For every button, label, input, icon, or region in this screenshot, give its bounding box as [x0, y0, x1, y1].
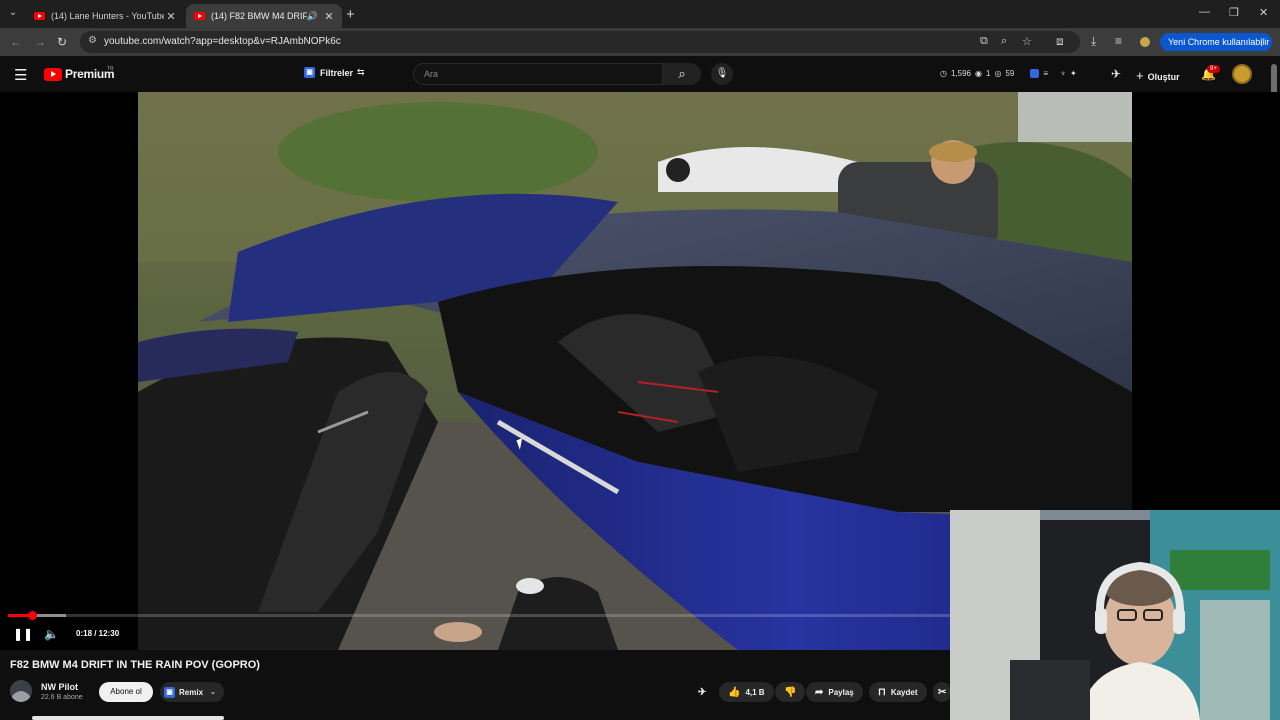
close-window-icon[interactable]: ✕ [1259, 6, 1268, 19]
plus-icon: + [1136, 68, 1144, 83]
recommended-chip-strip [32, 716, 224, 720]
url-text[interactable]: youtube.com/watch?app=desktop&v=RJAmbNOP… [104, 36, 341, 47]
chevron-down-icon: ⌄ [210, 689, 216, 696]
progress-bar[interactable] [8, 611, 1008, 620]
zoom-icon[interactable]: ⌕ [1001, 35, 1007, 48]
scissors-icon: ✂ [938, 686, 947, 698]
count-stat: 59 [1005, 69, 1015, 78]
browser-toolbar: ← → ↻ ⚙ youtube.com/watch?app=desktop&v=… [0, 28, 1280, 56]
microphone-icon: 🎙 [715, 68, 729, 79]
dislike-button[interactable]: 👎 [775, 682, 806, 702]
site-info-icon[interactable]: ⚙ [88, 35, 97, 46]
channel-name[interactable]: NW Pilot [41, 682, 78, 692]
reload-icon[interactable]: ↻ [57, 35, 67, 49]
filter-sliders-icon: ⇆ [357, 67, 365, 77]
extension-badge-icon: ▣ [304, 67, 315, 78]
youtube-favicon-icon [194, 12, 205, 20]
video-title: F82 BMW M4 DRIFT IN THE RAIN POV (GOPRO) [10, 659, 260, 671]
back-icon[interactable]: ← [10, 35, 22, 49]
search-button[interactable]: ⌕ [663, 63, 701, 85]
share-button[interactable]: ➦ Paylaş [806, 682, 863, 702]
forward-icon[interactable]: → [34, 35, 46, 49]
volume-icon[interactable]: 🔈 [44, 627, 59, 641]
extension-badge-icon: ▣ [164, 686, 175, 698]
webcam-scene [950, 510, 1280, 720]
logo-region: TR [107, 66, 114, 72]
bolt-icon: ✈ [698, 686, 707, 698]
remix-button[interactable]: ▣ Remix ⌄ [160, 682, 224, 702]
time-display: 0:18 / 12:30 [76, 629, 120, 638]
share-label: Paylaş [828, 687, 854, 697]
profile-avatar[interactable] [1138, 35, 1152, 49]
save-label: Kaydet [890, 687, 918, 697]
eye-icon: ◉ [975, 69, 982, 78]
share-arrow-icon: ➦ [815, 686, 824, 698]
filters-button[interactable]: ▣ Filtreler ⇆ [304, 67, 365, 78]
like-button[interactable]: 👍 4,1 B [719, 682, 774, 702]
bookmark-icon: ⊓ [878, 686, 886, 698]
youtube-play-logo-icon [44, 67, 62, 81]
install-app-icon[interactable]: ⧉ [980, 35, 988, 48]
extension-badge-icon[interactable] [1030, 69, 1040, 78]
youtube-header: ☰ Premium TR ▣ Filtreler ⇆ Ara ⌕ 🎙 ◷ 1,5… [0, 56, 1280, 92]
premium-tools-icon[interactable]: ✈ [1111, 67, 1121, 81]
notification-badge: 9+ [1207, 65, 1220, 73]
save-button[interactable]: ⊓ Kaydet [869, 682, 927, 702]
account-avatar[interactable] [1232, 64, 1252, 84]
channel-avatar[interactable] [10, 680, 32, 702]
bookmark-star-icon[interactable]: ☆ [1022, 35, 1032, 48]
progress-scrubber-handle[interactable] [28, 611, 37, 620]
trophy-icon[interactable]: ♆ [1060, 69, 1066, 78]
more-actions-button[interactable]: ✂ [933, 682, 952, 702]
clock-icon: ◷ [940, 69, 947, 78]
extension-action-icon[interactable]: ✈ [698, 682, 711, 702]
create-button[interactable]: + Oluştur [1136, 68, 1180, 83]
search-placeholder: Ara [424, 69, 439, 79]
subscriber-count: 22,6 B abone [41, 694, 83, 701]
remix-label: Remix [179, 687, 204, 697]
browser-tab-bmw-video[interactable]: (14) F82 BMW M4 DRIFT IN 🔊 ✕ [186, 4, 342, 28]
comment-icon: ◎ [994, 69, 1002, 78]
chrome-update-button[interactable]: Yeni Chrome kullanılabilir ⋮ [1160, 33, 1272, 51]
extension-stats: ◷ 1,596 ◉ 1 ◎ 59 ≡ ♆ ✦ [940, 69, 1077, 78]
new-tab-button[interactable]: + [346, 6, 355, 23]
reading-list-icon[interactable]: ≡ [1115, 34, 1122, 48]
browser-tab-lane-hunters[interactable]: (14) Lane Hunters - YouTube ✕ [26, 4, 184, 28]
pause-icon[interactable]: ❚❚ [13, 627, 33, 641]
tab-close-icon[interactable]: ✕ [164, 10, 178, 23]
youtube-favicon-icon [34, 12, 45, 20]
tab-close-icon[interactable]: ✕ [322, 10, 336, 23]
update-label: Yeni Chrome kullanılabilir [1168, 37, 1270, 47]
tab-title: (14) Lane Hunters - YouTube [51, 11, 164, 21]
downloads-icon[interactable]: ⤓ [1091, 34, 1096, 49]
tab-title: (14) F82 BMW M4 DRIFT IN [211, 11, 307, 21]
tab-search-chevron-icon[interactable]: ⌄ [6, 6, 20, 20]
list-icon[interactable]: ≡ [1043, 69, 1048, 78]
webcam-overlay [950, 510, 1280, 720]
filters-label: Filtreler [320, 67, 354, 78]
speaker-icon[interactable]: 🔊 [307, 11, 318, 22]
views-stat: 1,596 [950, 69, 972, 78]
tab-bar: ⌄ (14) Lane Hunters - YouTube ✕ (14) F82… [0, 0, 1280, 28]
restore-icon[interactable]: ❐ [1229, 6, 1239, 19]
more-menu-icon[interactable]: ⋮ [1257, 33, 1266, 51]
channel-avatar-image [10, 680, 32, 702]
minimize-icon[interactable]: — [1199, 6, 1210, 18]
likes-stat: 1 [986, 69, 991, 78]
thumbs-down-icon: 👎 [784, 686, 797, 698]
thumbs-up-icon: 👍 [728, 686, 741, 698]
like-count: 4,1 B [745, 687, 765, 697]
address-bar[interactable]: ⚙ youtube.com/watch?app=desktop&v=RJAmbN… [80, 31, 1080, 53]
subscribe-button[interactable]: Abone ol [99, 682, 153, 702]
search-input[interactable]: Ara [413, 63, 663, 85]
create-label: Oluştur [1147, 72, 1180, 82]
menu-icon[interactable]: ☰ [14, 66, 27, 84]
voice-search-button[interactable]: 🎙 [711, 63, 733, 85]
sparkle-icon[interactable]: ✦ [1070, 69, 1077, 78]
youtube-logo[interactable]: Premium [44, 67, 115, 81]
search-icon: ⌕ [678, 66, 686, 81]
extensions-icon[interactable]: ⧈ [1056, 34, 1064, 49]
